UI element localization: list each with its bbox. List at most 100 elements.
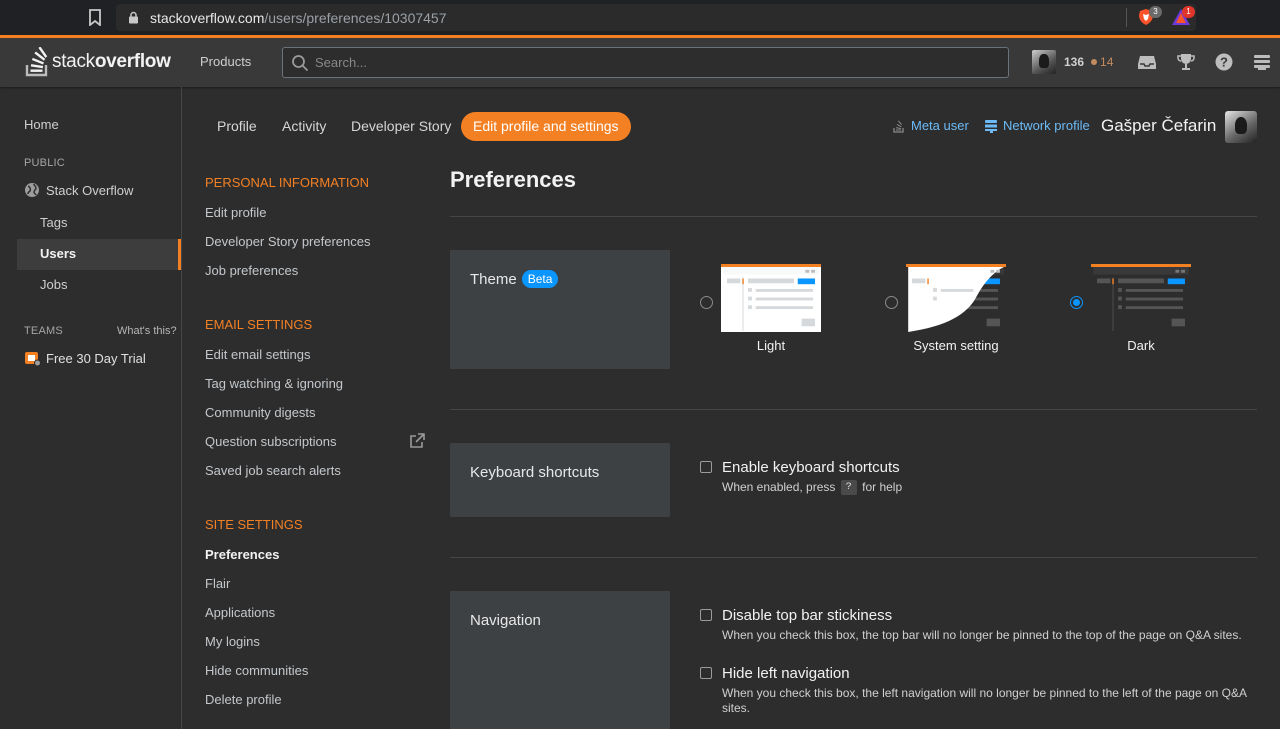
so-logo[interactable]: stackoverflow <box>24 46 171 78</box>
theme-dark-radio[interactable] <box>1070 296 1083 309</box>
network-profile-link[interactable]: Network profile <box>984 118 1090 133</box>
reputation-count: 136 <box>1064 55 1085 69</box>
lock-icon <box>129 11 138 24</box>
help-key: ? <box>840 480 857 496</box>
divider <box>450 216 1257 217</box>
help-icon[interactable]: ? <box>1214 52 1234 72</box>
theme-label-box: Theme Beta <box>450 250 670 369</box>
theme-light-radio[interactable] <box>700 296 713 309</box>
url-separator <box>1126 8 1127 27</box>
theme-light-label: Light <box>756 338 786 353</box>
tab-profile[interactable]: Profile <box>205 112 269 141</box>
browser-toolbar: stackoverflow.com/users/preferences/1030… <box>0 0 1280 35</box>
menu-edit-email[interactable]: Edit email settings <box>205 347 311 362</box>
briefcase-icon <box>25 352 41 367</box>
menu-heading-site: SITE SETTINGS <box>205 517 303 532</box>
stack-exchange-icon <box>985 119 997 133</box>
brave-rewards-badge: 1 <box>1182 6 1195 18</box>
external-link-icon[interactable] <box>409 433 425 449</box>
avatar <box>1032 50 1056 74</box>
so-logo-text: stackoverflow <box>52 51 171 72</box>
navigation-label-box: Navigation <box>450 591 670 729</box>
tab-developer-story[interactable]: Developer Story <box>339 112 463 141</box>
nav-jobs[interactable]: Jobs <box>40 277 67 292</box>
site-switcher-icon[interactable] <box>1252 52 1272 72</box>
whats-this-link[interactable]: What's this? <box>117 325 177 337</box>
menu-flair[interactable]: Flair <box>205 576 230 591</box>
topbar-stickiness-label[interactable]: Disable top bar stickiness <box>722 607 892 624</box>
meta-user-link[interactable]: Meta user <box>892 118 969 133</box>
so-topbar: stackoverflow Products 136 14 ? <box>0 35 1280 87</box>
products-link[interactable]: Products <box>188 44 263 80</box>
user-display-name: Gašper Čefarin <box>1101 116 1217 135</box>
menu-preferences[interactable]: Preferences <box>205 547 279 562</box>
nav-heading-public: PUBLIC <box>24 157 65 169</box>
free-trial-link[interactable]: Free 30 Day Trial <box>24 349 146 367</box>
stack-meta-icon <box>893 119 904 133</box>
menu-heading-personal: PERSONAL INFORMATION <box>205 175 369 190</box>
theme-dark-label: Dark <box>1127 338 1155 353</box>
theme-label-text: Theme <box>470 270 517 288</box>
svg-text:?: ? <box>1220 55 1228 70</box>
hide-left-nav-checkbox[interactable] <box>700 667 712 679</box>
globe-icon <box>25 183 39 197</box>
menu-hide-communities[interactable]: Hide communities <box>205 663 308 678</box>
search-box <box>282 47 1009 78</box>
menu-my-logins[interactable]: My logins <box>205 634 260 649</box>
meta-user-label: Meta user <box>911 118 969 133</box>
achievements-icon[interactable] <box>1176 52 1196 72</box>
theme-system-preview <box>906 264 1006 332</box>
search-icon <box>292 55 309 72</box>
nav-users[interactable]: Users <box>40 246 76 261</box>
theme-dark-preview <box>1091 264 1191 332</box>
hide-left-nav-label[interactable]: Hide left navigation <box>722 665 850 682</box>
theme-label: Theme Beta <box>470 270 559 288</box>
tab-edit-profile[interactable]: Edit profile and settings <box>461 112 631 141</box>
address-bar[interactable]: stackoverflow.com/users/preferences/1030… <box>116 4 1196 31</box>
menu-dev-story-prefs[interactable]: Developer Story preferences <box>205 234 370 249</box>
left-navigation: Home PUBLIC Stack Overflow Tags Users Jo… <box>0 87 182 729</box>
bronze-badge-count: 14 <box>1100 55 1114 69</box>
theme-system-label: System setting <box>913 338 999 353</box>
stack-overflow-logo-icon <box>25 47 48 77</box>
bronze-badge-icon <box>1091 59 1098 65</box>
keyboard-shortcuts-checkbox[interactable] <box>700 461 712 473</box>
divider <box>450 557 1257 558</box>
nav-stack-overflow-label: Stack Overflow <box>46 182 134 198</box>
theme-light-preview <box>721 264 821 332</box>
menu-question-subscriptions[interactable]: Question subscriptions <box>205 434 337 449</box>
inbox-icon[interactable] <box>1137 52 1157 72</box>
url-text: stackoverflow.com/users/preferences/1030… <box>150 10 447 26</box>
keyboard-label: Keyboard shortcuts <box>470 464 600 481</box>
menu-applications[interactable]: Applications <box>205 605 275 620</box>
divider <box>450 409 1257 410</box>
menu-delete-profile[interactable]: Delete profile <box>205 692 282 707</box>
menu-job-prefs[interactable]: Job preferences <box>205 263 298 278</box>
keyboard-shortcuts-label[interactable]: Enable keyboard shortcuts <box>722 459 900 476</box>
topbar-stickiness-checkbox[interactable] <box>700 609 712 621</box>
menu-heading-email: EMAIL SETTINGS <box>205 317 313 332</box>
hide-left-nav-desc: When you check this box, the left naviga… <box>722 686 1247 715</box>
menu-community-digests[interactable]: Community digests <box>205 405 316 420</box>
tab-activity[interactable]: Activity <box>270 112 338 141</box>
menu-tag-watching[interactable]: Tag watching & ignoring <box>205 376 343 391</box>
beta-badge: Beta <box>521 270 559 288</box>
nav-tags[interactable]: Tags <box>40 215 67 230</box>
navigation-label: Navigation <box>470 612 541 629</box>
nav-home[interactable]: Home <box>24 117 59 132</box>
nav-heading-teams: TEAMS <box>24 325 63 337</box>
search-input[interactable] <box>315 48 995 77</box>
brave-shields-badge: 3 <box>1149 6 1162 18</box>
page-title: Preferences <box>450 167 576 192</box>
topbar-stickiness-desc: When you check this box, the top bar wil… <box>722 628 1242 642</box>
bookmark-icon[interactable] <box>88 9 102 26</box>
menu-edit-profile[interactable]: Edit profile <box>205 205 266 220</box>
theme-system-radio[interactable] <box>885 296 898 309</box>
free-trial-label: Free 30 Day Trial <box>46 350 146 366</box>
user-card[interactable]: 136 14 <box>1026 44 1119 80</box>
keyboard-label-box: Keyboard shortcuts <box>450 443 670 517</box>
nav-stack-overflow[interactable]: Stack Overflow <box>24 182 133 198</box>
network-profile-label: Network profile <box>1003 118 1090 133</box>
menu-saved-job-alerts[interactable]: Saved job search alerts <box>205 463 341 478</box>
avatar[interactable] <box>1225 111 1257 143</box>
